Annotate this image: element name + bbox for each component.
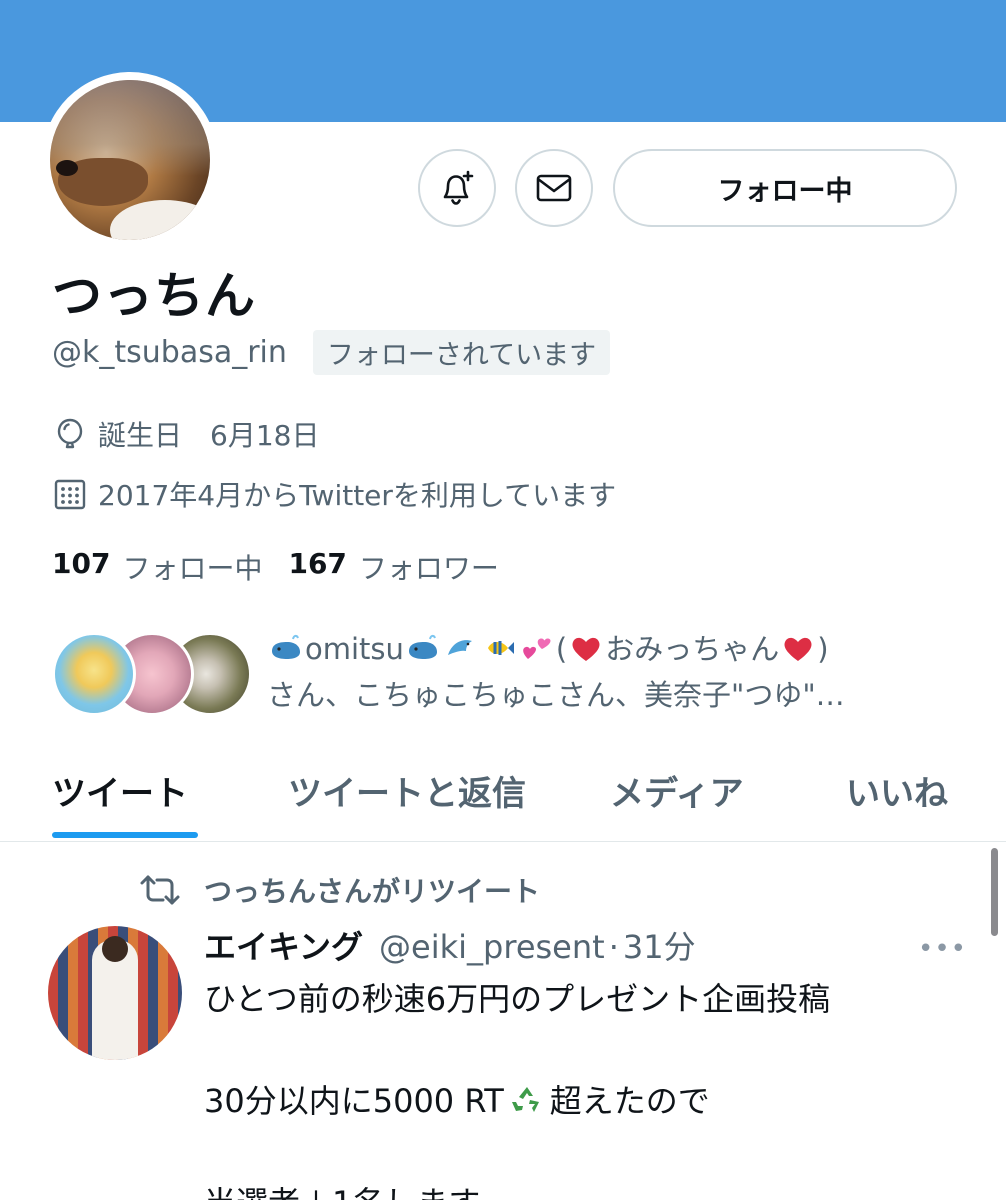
birthday-row: 誕生日 6月18日 (52, 414, 319, 454)
recycle-icon (508, 1083, 545, 1117)
tab-tweets-and-replies[interactable]: ツイートと返信 (288, 766, 526, 815)
active-tab-indicator (52, 832, 198, 838)
mutual-line-2: さん、こちゅこちゅこさん、美奈子"つゆ"… (267, 678, 845, 712)
mutual-avatar (52, 632, 136, 716)
tropical-fish-icon (487, 641, 514, 655)
profile-tabs: ツイート ツイートと返信 メディア いいね (0, 760, 1006, 842)
separator-dot: · (608, 928, 619, 966)
joined-row: 2017年4月からTwitterを利用しています (52, 474, 616, 514)
mutual-followers[interactable]: omitsu ( おみっちゃん) さん、こちゅこちゅこさん、美奈子"つゆ"… (52, 626, 952, 726)
tweet-timestamp[interactable]: 31分 (623, 922, 696, 968)
tweet-line-2-suffix: 超えたので (549, 1082, 710, 1120)
tweet-author-name[interactable]: エイキング (204, 922, 363, 968)
tab-likes[interactable]: いいね (846, 766, 948, 815)
whale-icon (408, 634, 437, 659)
retweeted-by: つっちんさんがリツイート (204, 875, 541, 908)
tweet-line-3: 当選者＋1名します (204, 1180, 974, 1200)
scrollbar[interactable] (991, 848, 998, 936)
birthday-label: 誕生日 (98, 419, 183, 452)
follows-you-badge: フォローされています (312, 330, 611, 375)
whale-icon (272, 634, 300, 659)
mutual-paren-open: ( (555, 632, 568, 666)
bell-plus-icon (443, 170, 474, 205)
calendar-icon (54, 479, 86, 510)
joined-date: 2017年4月からTwitterを利用しています (98, 479, 617, 512)
tab-tweets[interactable]: ツイート (52, 766, 188, 815)
tweet-header: エイキング @eiki_present · 31分 (204, 922, 696, 968)
followers-count[interactable]: 167 (288, 547, 346, 587)
following-button-label: フォロー中 (717, 175, 853, 207)
red-heart-icon (572, 637, 600, 661)
message-button[interactable] (515, 149, 593, 227)
tab-media[interactable]: メディア (610, 766, 744, 815)
mail-icon (536, 174, 572, 202)
tweet-line-2-text: 30分以内に5000 RT (204, 1082, 504, 1120)
mutual-name-omitsu: omitsu (305, 632, 404, 666)
user-handle: @k_tsubasa_rin (52, 335, 287, 370)
retweet-icon (140, 875, 180, 905)
notifications-button[interactable] (418, 149, 496, 227)
mutual-line-1: omitsu ( おみっちゃん) (267, 626, 957, 672)
retweet-note: つっちんさんがリツイート (138, 870, 540, 910)
mutual-followers-text: omitsu ( おみっちゃん) さん、こちゅこちゅこさん、美奈子"つゆ"… (267, 626, 957, 718)
red-heart-icon (784, 637, 812, 661)
birthday-value: 6月18日 (210, 419, 320, 452)
tweet-body: ひとつ前の秒速6万円のプレゼント企画投稿 30分以内に5000 RT 超えたので … (204, 976, 974, 1200)
profile-avatar[interactable] (42, 72, 218, 248)
following-label[interactable]: フォロー中 (122, 547, 262, 587)
display-name: つっちん (52, 267, 256, 325)
more-options-icon[interactable]: ••• (918, 934, 967, 964)
tweet-line-1: ひとつ前の秒速6万円のプレゼント企画投稿 (204, 980, 831, 1018)
dolphin-icon (447, 640, 472, 655)
tweet-line-2: 30分以内に5000 RT 超えたので (204, 1078, 974, 1124)
tweet-author-handle[interactable]: @eiki_present (379, 928, 605, 966)
follow-counts: 107 フォロー中 167 フォロワー (52, 547, 525, 587)
mutual-paren-close: ) (817, 632, 829, 666)
tweet-author-avatar[interactable] (48, 926, 182, 1060)
following-button[interactable]: フォロー中 (613, 149, 957, 227)
balloon-icon (57, 418, 83, 449)
mutual-nickname: おみっちゃん (605, 632, 780, 666)
followers-label[interactable]: フォロワー (359, 547, 499, 587)
handle-row: @k_tsubasa_rin フォローされています (52, 330, 611, 375)
following-count[interactable]: 107 (52, 547, 110, 587)
two-hearts-icon (523, 638, 551, 659)
